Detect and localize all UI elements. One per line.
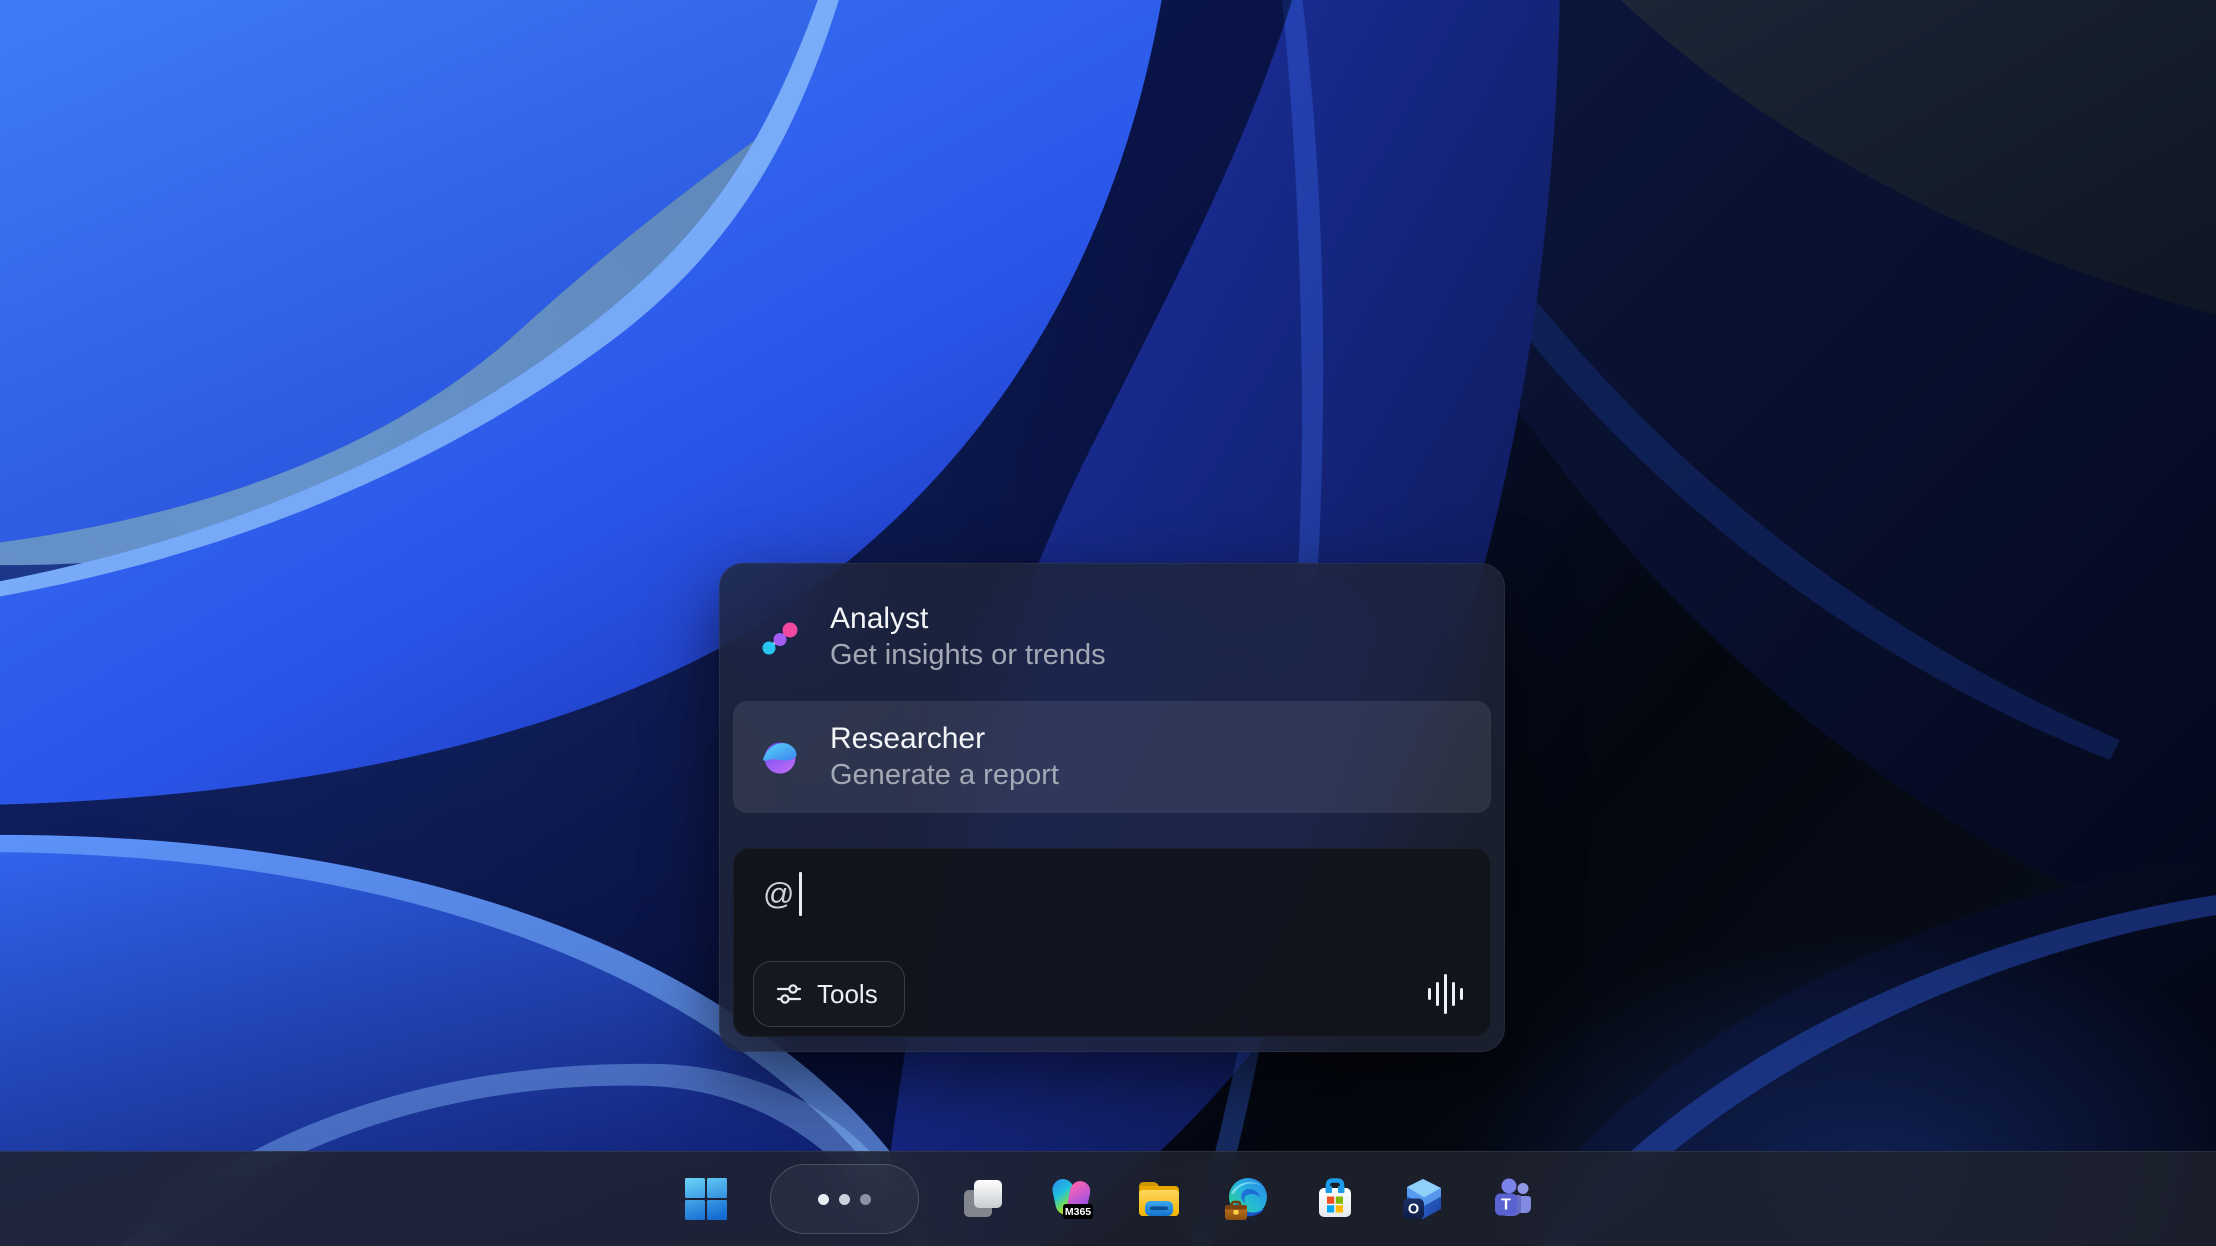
file-explorer-button[interactable] <box>1135 1175 1183 1223</box>
tools-button[interactable]: Tools <box>753 961 905 1027</box>
m365-copilot-icon: M365 <box>1047 1175 1095 1223</box>
windows-start-icon <box>682 1175 730 1223</box>
suggestion-title: Researcher <box>830 721 1059 757</box>
taskbar: M365 <box>0 1151 2216 1246</box>
m365-copilot-button[interactable]: M365 <box>1047 1175 1095 1223</box>
edge-browser-button[interactable] <box>1223 1175 1271 1223</box>
sliders-icon <box>776 981 802 1007</box>
teams-button[interactable]: T <box>1487 1175 1535 1223</box>
task-view-icon <box>959 1175 1007 1223</box>
suggestion-analyst[interactable]: Analyst Get insights or trends <box>733 581 1491 693</box>
typing-dot <box>818 1194 829 1205</box>
microsoft-store-button[interactable] <box>1311 1175 1359 1223</box>
copilot-text-input[interactable]: @ Tools <box>733 848 1491 1037</box>
outlook-icon: O <box>1399 1175 1447 1223</box>
teams-icon: T <box>1487 1175 1535 1223</box>
teams-badge-label: T <box>1501 1197 1511 1214</box>
tools-button-label: Tools <box>817 979 878 1010</box>
voice-waveform-icon <box>1425 971 1463 1017</box>
copilot-agent-popup: Analyst Get insights or trends <box>719 563 1505 1052</box>
suggestion-description: Get insights or trends <box>830 637 1106 673</box>
m365-badge-label: M365 <box>1064 1206 1090 1218</box>
start-button[interactable] <box>682 1175 730 1223</box>
input-value: @ <box>763 876 794 912</box>
suggestion-title: Analyst <box>830 601 1106 637</box>
analyst-trend-icon <box>760 617 800 657</box>
copilot-typing-pill[interactable] <box>770 1164 919 1234</box>
suggestion-researcher[interactable]: Researcher Generate a report <box>733 701 1491 813</box>
agent-suggestion-list: Analyst Get insights or trends <box>733 581 1491 813</box>
outlook-badge-label: O <box>1407 1202 1418 1218</box>
typing-dot <box>839 1194 850 1205</box>
outlook-button[interactable]: O <box>1399 1175 1447 1223</box>
microsoft-store-icon <box>1311 1175 1359 1223</box>
file-explorer-icon <box>1135 1175 1183 1223</box>
researcher-planet-icon <box>760 737 800 777</box>
edge-browser-briefcase-icon <box>1223 1175 1271 1223</box>
suggestion-description: Generate a report <box>830 757 1059 793</box>
typing-dot <box>860 1194 871 1205</box>
text-cursor <box>799 872 802 916</box>
voice-input-button[interactable] <box>1425 971 1463 1017</box>
task-view-button[interactable] <box>959 1175 1007 1223</box>
